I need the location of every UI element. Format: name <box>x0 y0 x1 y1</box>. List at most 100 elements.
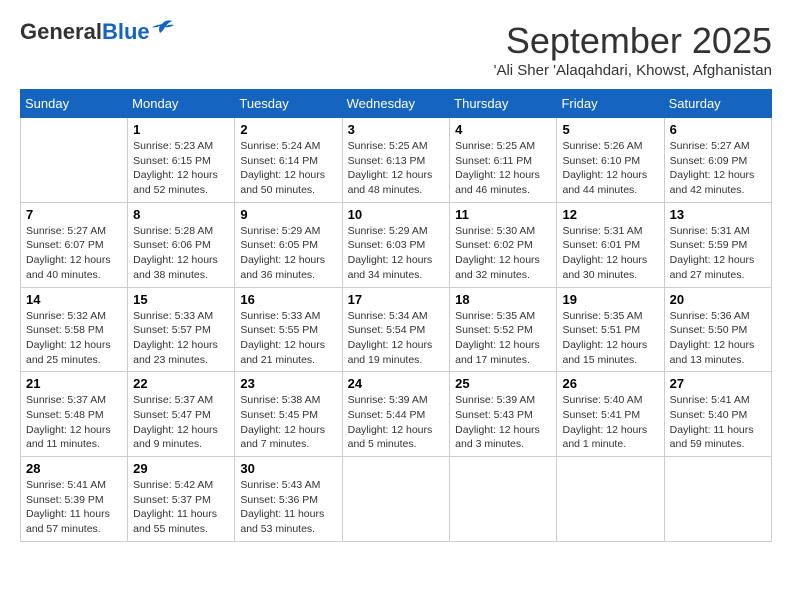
day-number: 22 <box>133 376 229 391</box>
col-friday: Friday <box>557 90 664 118</box>
calendar-cell: 2 Sunrise: 5:24 AMSunset: 6:14 PMDaylight… <box>235 118 342 203</box>
month-title: September 2025 <box>494 20 772 62</box>
day-info: Sunrise: 5:24 AMSunset: 6:14 PMDaylight:… <box>240 139 336 198</box>
calendar-cell: 14 Sunrise: 5:32 AMSunset: 5:58 PMDayligh… <box>21 287 128 372</box>
day-info: Sunrise: 5:42 AMSunset: 5:37 PMDaylight:… <box>133 478 229 537</box>
calendar-cell: 6Sunrise: 5:27 AMSunset: 6:09 PMDaylight… <box>664 118 771 203</box>
calendar-cell <box>557 457 664 542</box>
col-tuesday: Tuesday <box>235 90 342 118</box>
day-info: Sunrise: 5:29 AMSunset: 6:05 PMDaylight:… <box>240 224 336 283</box>
calendar-cell: 17 Sunrise: 5:34 AMSunset: 5:54 PMDayligh… <box>342 287 450 372</box>
day-info: Sunrise: 5:27 AMSunset: 6:07 PMDaylight:… <box>26 224 122 283</box>
day-number: 24 <box>348 376 445 391</box>
day-info: Sunrise: 5:28 AMSunset: 6:06 PMDaylight:… <box>133 224 229 283</box>
day-info: Sunrise: 5:35 AMSunset: 5:51 PMDaylight:… <box>562 309 658 368</box>
day-info: Sunrise: 5:40 AMSunset: 5:41 PMDaylight:… <box>562 393 658 452</box>
day-info: Sunrise: 5:39 AMSunset: 5:44 PMDaylight:… <box>348 393 445 452</box>
day-number: 1 <box>133 122 229 137</box>
calendar-week-4: 21Sunrise: 5:37 AMSunset: 5:48 PMDayligh… <box>21 372 772 457</box>
day-number: 26 <box>562 376 658 391</box>
logo-text: GeneralBlue <box>20 20 150 44</box>
calendar-cell: 26 Sunrise: 5:40 AMSunset: 5:41 PMDayligh… <box>557 372 664 457</box>
calendar-cell: 30Sunrise: 5:43 AMSunset: 5:36 PMDayligh… <box>235 457 342 542</box>
calendar-cell: 21Sunrise: 5:37 AMSunset: 5:48 PMDayligh… <box>21 372 128 457</box>
calendar-cell: 24 Sunrise: 5:39 AMSunset: 5:44 PMDayligh… <box>342 372 450 457</box>
calendar-week-1: 1 Sunrise: 5:23 AMSunset: 6:15 PMDaylight… <box>21 118 772 203</box>
day-number: 16 <box>240 292 336 307</box>
calendar-cell: 22 Sunrise: 5:37 AMSunset: 5:47 PMDayligh… <box>128 372 235 457</box>
day-number: 11 <box>455 207 551 222</box>
day-number: 19 <box>562 292 658 307</box>
day-number: 15 <box>133 292 229 307</box>
day-number: 4 <box>455 122 551 137</box>
calendar-cell: 15 Sunrise: 5:33 AMSunset: 5:57 PMDayligh… <box>128 287 235 372</box>
calendar-header: Sunday Monday Tuesday Wednesday Thursday… <box>21 90 772 118</box>
day-number: 29 <box>133 461 229 476</box>
calendar-cell: 23Sunrise: 5:38 AMSunset: 5:45 PMDayligh… <box>235 372 342 457</box>
calendar-cell: 28 Sunrise: 5:41 AMSunset: 5:39 PMDayligh… <box>21 457 128 542</box>
day-info: Sunrise: 5:39 AMSunset: 5:43 PMDaylight:… <box>455 393 551 452</box>
day-info: Sunrise: 5:37 AMSunset: 5:48 PMDaylight:… <box>26 393 122 452</box>
col-wednesday: Wednesday <box>342 90 450 118</box>
day-info: Sunrise: 5:30 AMSunset: 6:02 PMDaylight:… <box>455 224 551 283</box>
calendar-cell: 11 Sunrise: 5:30 AMSunset: 6:02 PMDayligh… <box>450 202 557 287</box>
day-number: 14 <box>26 292 122 307</box>
calendar-cell: 3Sunrise: 5:25 AMSunset: 6:13 PMDaylight… <box>342 118 450 203</box>
day-number: 9 <box>240 207 336 222</box>
day-number: 27 <box>670 376 766 391</box>
day-number: 25 <box>455 376 551 391</box>
calendar-week-5: 28 Sunrise: 5:41 AMSunset: 5:39 PMDayligh… <box>21 457 772 542</box>
header-row: Sunday Monday Tuesday Wednesday Thursday… <box>21 90 772 118</box>
day-info: Sunrise: 5:32 AMSunset: 5:58 PMDaylight:… <box>26 309 122 368</box>
day-info: Sunrise: 5:31 AMSunset: 6:01 PMDaylight:… <box>562 224 658 283</box>
day-info: Sunrise: 5:33 AMSunset: 5:55 PMDaylight:… <box>240 309 336 368</box>
calendar-cell <box>342 457 450 542</box>
day-info: Sunrise: 5:25 AMSunset: 6:13 PMDaylight:… <box>348 139 445 198</box>
col-monday: Monday <box>128 90 235 118</box>
calendar-cell: 7 Sunrise: 5:27 AMSunset: 6:07 PMDaylight… <box>21 202 128 287</box>
calendar-cell <box>664 457 771 542</box>
location-title: 'Ali Sher 'Alaqahdari, Khowst, Afghanist… <box>494 62 772 79</box>
calendar-week-3: 14 Sunrise: 5:32 AMSunset: 5:58 PMDayligh… <box>21 287 772 372</box>
col-saturday: Saturday <box>664 90 771 118</box>
calendar-cell: 13Sunrise: 5:31 AMSunset: 5:59 PMDayligh… <box>664 202 771 287</box>
day-number: 18 <box>455 292 551 307</box>
day-number: 6 <box>670 122 766 137</box>
day-number: 13 <box>670 207 766 222</box>
day-number: 8 <box>133 207 229 222</box>
day-info: Sunrise: 5:29 AMSunset: 6:03 PMDaylight:… <box>348 224 445 283</box>
calendar-cell: 27 Sunrise: 5:41 AMSunset: 5:40 PMDayligh… <box>664 372 771 457</box>
calendar-cell: 29 Sunrise: 5:42 AMSunset: 5:37 PMDayligh… <box>128 457 235 542</box>
calendar-cell: 19 Sunrise: 5:35 AMSunset: 5:51 PMDayligh… <box>557 287 664 372</box>
calendar-cell <box>21 118 128 203</box>
day-info: Sunrise: 5:41 AMSunset: 5:40 PMDaylight:… <box>670 393 766 452</box>
day-info: Sunrise: 5:41 AMSunset: 5:39 PMDaylight:… <box>26 478 122 537</box>
calendar-cell: 25 Sunrise: 5:39 AMSunset: 5:43 PMDayligh… <box>450 372 557 457</box>
col-thursday: Thursday <box>450 90 557 118</box>
page-header: GeneralBlue September 2025 'Ali Sher 'Al… <box>20 20 772 79</box>
logo: GeneralBlue <box>20 20 174 44</box>
title-block: September 2025 'Ali Sher 'Alaqahdari, Kh… <box>494 20 772 79</box>
day-info: Sunrise: 5:23 AMSunset: 6:15 PMDaylight:… <box>133 139 229 198</box>
day-number: 17 <box>348 292 445 307</box>
col-sunday: Sunday <box>21 90 128 118</box>
day-info: Sunrise: 5:33 AMSunset: 5:57 PMDaylight:… <box>133 309 229 368</box>
day-info: Sunrise: 5:37 AMSunset: 5:47 PMDaylight:… <box>133 393 229 452</box>
logo-bird-icon <box>152 19 174 37</box>
calendar-cell <box>450 457 557 542</box>
day-info: Sunrise: 5:26 AMSunset: 6:10 PMDaylight:… <box>562 139 658 198</box>
day-number: 20 <box>670 292 766 307</box>
day-number: 7 <box>26 207 122 222</box>
day-info: Sunrise: 5:36 AMSunset: 5:50 PMDaylight:… <box>670 309 766 368</box>
calendar-cell: 10 Sunrise: 5:29 AMSunset: 6:03 PMDayligh… <box>342 202 450 287</box>
calendar-cell: 8 Sunrise: 5:28 AMSunset: 6:06 PMDaylight… <box>128 202 235 287</box>
day-number: 28 <box>26 461 122 476</box>
day-info: Sunrise: 5:38 AMSunset: 5:45 PMDaylight:… <box>240 393 336 452</box>
day-info: Sunrise: 5:34 AMSunset: 5:54 PMDaylight:… <box>348 309 445 368</box>
calendar-cell: 9 Sunrise: 5:29 AMSunset: 6:05 PMDaylight… <box>235 202 342 287</box>
day-info: Sunrise: 5:43 AMSunset: 5:36 PMDaylight:… <box>240 478 336 537</box>
day-number: 2 <box>240 122 336 137</box>
day-number: 12 <box>562 207 658 222</box>
day-number: 10 <box>348 207 445 222</box>
calendar-table: Sunday Monday Tuesday Wednesday Thursday… <box>20 89 772 542</box>
